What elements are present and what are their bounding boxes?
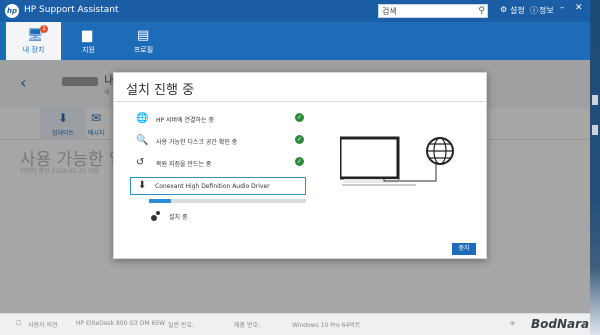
pc-network-illustration (340, 136, 454, 186)
download-icon: ⬇ (138, 180, 147, 191)
feedback-icon[interactable]: ☐ (16, 320, 21, 327)
driver-name: Conexant High Definition Audio Driver (155, 183, 270, 190)
check-icon: ✓ (295, 157, 304, 166)
settings-gear-icon[interactable]: ⚙ (500, 5, 507, 14)
main-nav: 🖥 1 내 장치 ▆ 지원 ▤ 프로필 (0, 22, 590, 60)
desktop-icon[interactable] (592, 95, 598, 105)
status-label: 설치 중 (169, 214, 188, 221)
window-title: HP Support Assistant (24, 5, 119, 15)
status-footer: ☐ 사용자 의견 HP EliteDesk 800 G3 DM 65W 일련 번… (0, 313, 590, 335)
tab-label: 내 장치 (22, 46, 45, 54)
settings-link[interactable]: 설정 (510, 5, 525, 16)
device-model: HP EliteDesk 800 G3 DM 65W (76, 320, 166, 327)
profile-icon: ▤ (137, 28, 150, 43)
watermark: BodNara (531, 317, 590, 331)
install-progress-dialog: 설치 진행 중 🌐 HP 서버에 연결하는 중 ✓ 🔍 사용 가능한 디스크 공… (113, 72, 487, 259)
os-version: Windows 10 Pro 64비트 (292, 322, 361, 329)
feedback-link[interactable]: 사용자 의견 (28, 320, 58, 329)
check-icon: ✓ (295, 113, 304, 122)
zoom-icon[interactable]: ⊕ (510, 320, 515, 327)
stop-button[interactable]: 중지 (452, 243, 476, 255)
divider (114, 101, 486, 102)
search-icon: 🔍 (136, 135, 149, 146)
step-disk-check: 🔍 사용 가능한 디스크 공간 확인 중 ✓ (132, 135, 312, 149)
step-label: HP 서버에 연결하는 중 (156, 117, 215, 124)
step-label: 사용 가능한 디스크 공간 확인 중 (156, 139, 238, 146)
serial-number: 일련 번호: (168, 322, 195, 329)
globe-icon: 🌐 (136, 113, 149, 124)
install-progress-bar (149, 199, 306, 203)
search-icon[interactable]: ⚲ (478, 6, 485, 16)
title-bar: hp HP Support Assistant 검색 ⚲ ⚙ 설정 ⓘ 정보 –… (0, 0, 590, 22)
search-input[interactable]: 검색 ⚲ (378, 4, 488, 18)
dialog-title: 설치 진행 중 (126, 83, 195, 98)
progress-fill (149, 199, 171, 203)
info-icon[interactable]: ⓘ (530, 5, 538, 16)
hp-logo-icon: hp (5, 4, 19, 18)
hp-support-assistant-window: hp HP Support Assistant 검색 ⚲ ⚙ 설정 ⓘ 정보 –… (0, 0, 590, 335)
search-placeholder: 검색 (382, 7, 397, 16)
chat-icon: ▆ (82, 28, 92, 43)
tab-support[interactable]: ▆ 지원 (61, 22, 116, 60)
tab-label: 지원 (82, 46, 95, 54)
tab-profile[interactable]: ▤ 프로필 (116, 22, 171, 60)
minimize-icon[interactable]: – (560, 3, 565, 13)
spinner-icon (151, 211, 161, 221)
desktop-icon[interactable] (592, 125, 598, 135)
product-number: 제품 번호: (234, 322, 261, 329)
step-label: 복원 지점을 만드는 중 (156, 161, 212, 168)
check-icon: ✓ (295, 135, 304, 144)
restore-icon: ↺ (136, 157, 145, 168)
current-download-item: ⬇ Conexant High Definition Audio Driver (130, 177, 306, 195)
step-restore-point: ↺ 복원 지점을 만드는 중 ✓ (132, 157, 312, 171)
tab-my-devices[interactable]: 🖥 1 내 장치 (6, 22, 61, 60)
notification-badge: 1 (40, 25, 48, 33)
close-icon[interactable]: ✕ (575, 3, 583, 13)
info-link[interactable]: 정보 (539, 5, 554, 16)
step-connect: 🌐 HP 서버에 연결하는 중 ✓ (132, 113, 312, 127)
tab-label: 프로필 (133, 46, 154, 54)
